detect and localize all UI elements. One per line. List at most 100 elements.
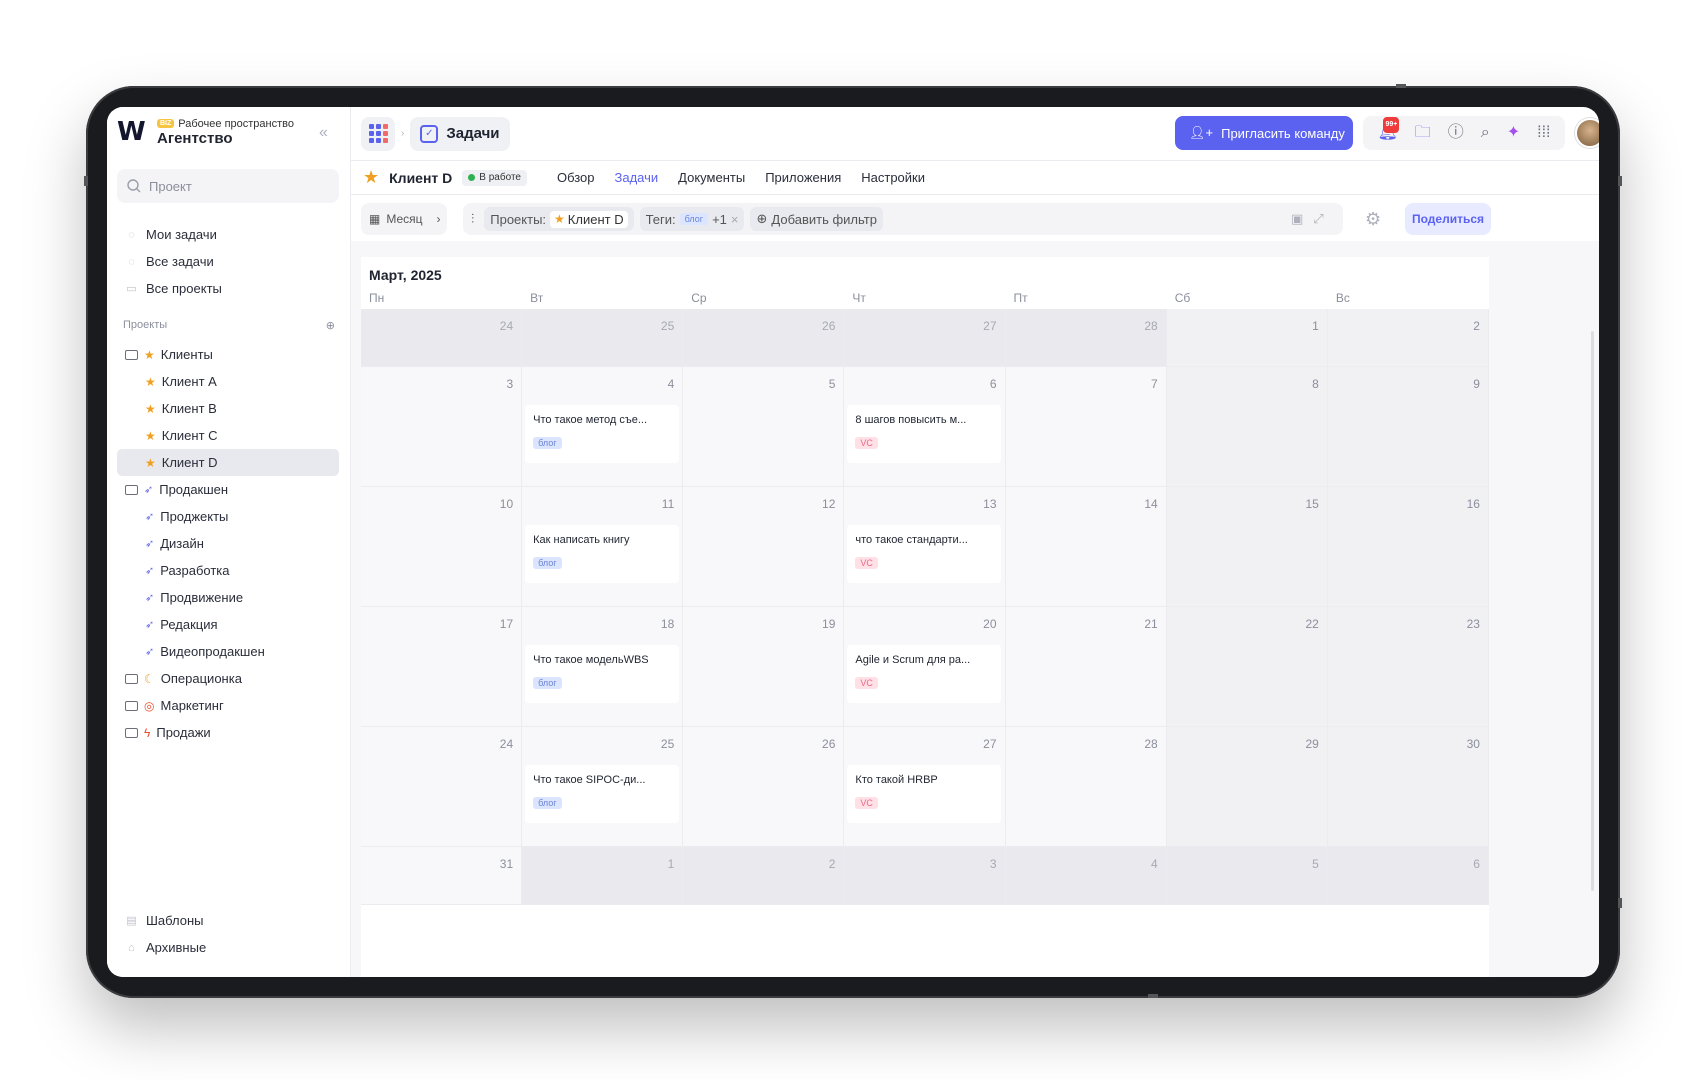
collapse-sidebar-icon[interactable]: «: [319, 124, 328, 142]
tab-2[interactable]: Документы: [678, 170, 745, 185]
section-tasks-breadcrumb[interactable]: ✓ Задачи: [410, 116, 510, 151]
task-card[interactable]: Что такое модельWBS блог: [525, 645, 680, 703]
calendar-day-cell[interactable]: 24: [361, 309, 523, 367]
tree-item-5[interactable]: ➶ Продакшен: [117, 476, 339, 503]
calendar-day-cell[interactable]: 13 что такое стандарти... VC: [844, 487, 1006, 607]
tree-item-4[interactable]: ★ Клиент D: [117, 449, 339, 476]
calendar-day-cell[interactable]: 4: [1005, 847, 1167, 905]
folder-icon[interactable]: 🗀: [1415, 125, 1431, 141]
apps-dots-icon[interactable]: ⁞⁞⁞: [1537, 125, 1550, 141]
calendar-day-cell[interactable]: 19: [683, 607, 845, 727]
calendar-day-cell[interactable]: 1: [522, 847, 684, 905]
search-icon[interactable]: ⌕: [1481, 125, 1490, 141]
calendar-day-cell[interactable]: 28: [1005, 309, 1167, 367]
bottom-nav-item-1[interactable]: ⌂ Архивные: [117, 934, 339, 961]
tree-item-1[interactable]: ★ Клиент A: [117, 368, 339, 395]
calendar-day-cell[interactable]: 14: [1005, 487, 1167, 607]
tree-item-0[interactable]: ★ Клиенты: [117, 341, 339, 368]
calendar-day-cell[interactable]: 5: [683, 367, 845, 487]
apps-menu-button[interactable]: [361, 116, 395, 151]
calendar-day-cell[interactable]: 25: [522, 309, 684, 367]
view-selector[interactable]: ▦ Месяц ›: [361, 203, 447, 235]
calendar-scrollbar[interactable]: [1591, 331, 1594, 891]
calendar-day-cell[interactable]: 23: [1327, 607, 1489, 727]
task-card[interactable]: Что такое метод съе... блог: [525, 405, 680, 463]
tree-item-10[interactable]: ➶ Редакция: [117, 611, 339, 638]
task-card[interactable]: что такое стандарти... VC: [847, 525, 1002, 583]
add-filter-button[interactable]: ⊕ Добавить фильтр: [750, 207, 883, 231]
tree-item-6[interactable]: ➶ Проджекты: [117, 503, 339, 530]
tab-1[interactable]: Задачи: [615, 170, 659, 185]
calendar-day-cell[interactable]: 4 Что такое метод съе... блог: [522, 367, 684, 487]
calendar-day-cell[interactable]: 26: [683, 727, 845, 847]
user-avatar[interactable]: [1575, 118, 1599, 148]
invite-team-button[interactable]: 👤︎+ Пригласить команду: [1175, 116, 1353, 150]
help-icon[interactable]: ⓘ: [1448, 125, 1464, 141]
calendar-day-cell[interactable]: 10: [361, 487, 523, 607]
project-search[interactable]: [117, 169, 339, 203]
calendar-day-cell[interactable]: 8: [1166, 367, 1328, 487]
calendar-day-cell[interactable]: 3: [844, 847, 1006, 905]
task-card[interactable]: Agile и Scrum для ра... VC: [847, 645, 1002, 703]
save-view-icon[interactable]: ▣: [1291, 211, 1303, 227]
calendar-day-cell[interactable]: 18 Что такое модельWBS блог: [522, 607, 684, 727]
calendar-day-cell[interactable]: 12: [683, 487, 845, 607]
tree-item-12[interactable]: ☾ Операционка: [117, 665, 339, 692]
calendar-day-cell[interactable]: 9: [1327, 367, 1489, 487]
nav-item-0[interactable]: ◌ Мои задачи: [117, 221, 339, 248]
close-icon[interactable]: ×: [731, 212, 739, 227]
calendar-day-cell[interactable]: 17: [361, 607, 523, 727]
calendar-day-cell[interactable]: 26: [683, 309, 845, 367]
calendar-day-cell[interactable]: 6 8 шагов повысить м... VC: [844, 367, 1006, 487]
task-card[interactable]: Что такое SIPOC-ди... блог: [525, 765, 680, 823]
fullscreen-icon[interactable]: ⤢: [1313, 211, 1323, 227]
tree-item-14[interactable]: ϟ Продажи: [117, 719, 339, 746]
calendar-day-cell[interactable]: 16: [1327, 487, 1489, 607]
calendar-day-cell[interactable]: 22: [1166, 607, 1328, 727]
tree-item-8[interactable]: ➶ Разработка: [117, 557, 339, 584]
tree-item-7[interactable]: ➶ Дизайн: [117, 530, 339, 557]
calendar-day-cell[interactable]: 21: [1005, 607, 1167, 727]
calendar-day-cell[interactable]: 31: [361, 847, 523, 905]
projects-filter-chip[interactable]: Проекты: ★ Клиент D: [484, 207, 634, 231]
add-project-icon[interactable]: ⊕: [326, 319, 335, 332]
tags-filter-chip[interactable]: Теги: блог +1 ×: [639, 207, 745, 231]
calendar-day-cell[interactable]: 6: [1327, 847, 1489, 905]
calendar-day-cell[interactable]: 15: [1166, 487, 1328, 607]
task-card[interactable]: 8 шагов повысить м... VC: [847, 405, 1002, 463]
filter-settings-icon[interactable]: ⫶: [471, 211, 474, 227]
project-status-badge[interactable]: В работе: [462, 169, 527, 186]
tree-item-3[interactable]: ★ Клиент C: [117, 422, 339, 449]
nav-item-2[interactable]: ▭ Все проекты: [117, 275, 339, 302]
tab-3[interactable]: Приложения: [765, 170, 841, 185]
calendar-day-cell[interactable]: 7: [1005, 367, 1167, 487]
nav-item-1[interactable]: ◌ Все задачи: [117, 248, 339, 275]
tree-item-11[interactable]: ➶ Видеопродакшен: [117, 638, 339, 665]
tree-item-9[interactable]: ➶ Продвижение: [117, 584, 339, 611]
ai-sparkle-icon[interactable]: ✦: [1507, 125, 1520, 141]
tree-item-13[interactable]: ◎ Маркетинг: [117, 692, 339, 719]
calendar-day-cell[interactable]: 27: [844, 309, 1006, 367]
calendar-day-cell[interactable]: 2: [1327, 309, 1489, 367]
tree-item-2[interactable]: ★ Клиент B: [117, 395, 339, 422]
calendar-day-cell[interactable]: 2: [683, 847, 845, 905]
calendar-day-cell[interactable]: 27 Кто такой HRBP VC: [844, 727, 1006, 847]
bottom-nav-item-0[interactable]: ▤ Шаблоны: [117, 907, 339, 934]
workspace-switcher[interactable]: W BIZ Рабочее пространство Агентство: [117, 117, 294, 147]
gear-icon[interactable]: ⚙: [1365, 209, 1381, 230]
calendar-day-cell[interactable]: 24: [361, 727, 523, 847]
calendar-day-cell[interactable]: 20 Agile и Scrum для ра... VC: [844, 607, 1006, 727]
calendar-day-cell[interactable]: 11 Как написать книгу блог: [522, 487, 684, 607]
calendar-day-cell[interactable]: 28: [1005, 727, 1167, 847]
share-button[interactable]: Поделиться: [1405, 203, 1491, 235]
notifications-bell-icon[interactable]: 🔔︎99+: [1377, 117, 1400, 141]
task-card[interactable]: Кто такой HRBP VC: [847, 765, 1002, 823]
tab-4[interactable]: Настройки: [861, 170, 925, 185]
calendar-day-cell[interactable]: 5: [1166, 847, 1328, 905]
task-card[interactable]: Как написать книгу блог: [525, 525, 680, 583]
project-star-icon[interactable]: ★: [363, 167, 379, 188]
calendar-day-cell[interactable]: 30: [1327, 727, 1489, 847]
calendar-day-cell[interactable]: 25 Что такое SIPOC-ди... блог: [522, 727, 684, 847]
calendar-day-cell[interactable]: 1: [1166, 309, 1328, 367]
calendar-day-cell[interactable]: 3: [361, 367, 523, 487]
